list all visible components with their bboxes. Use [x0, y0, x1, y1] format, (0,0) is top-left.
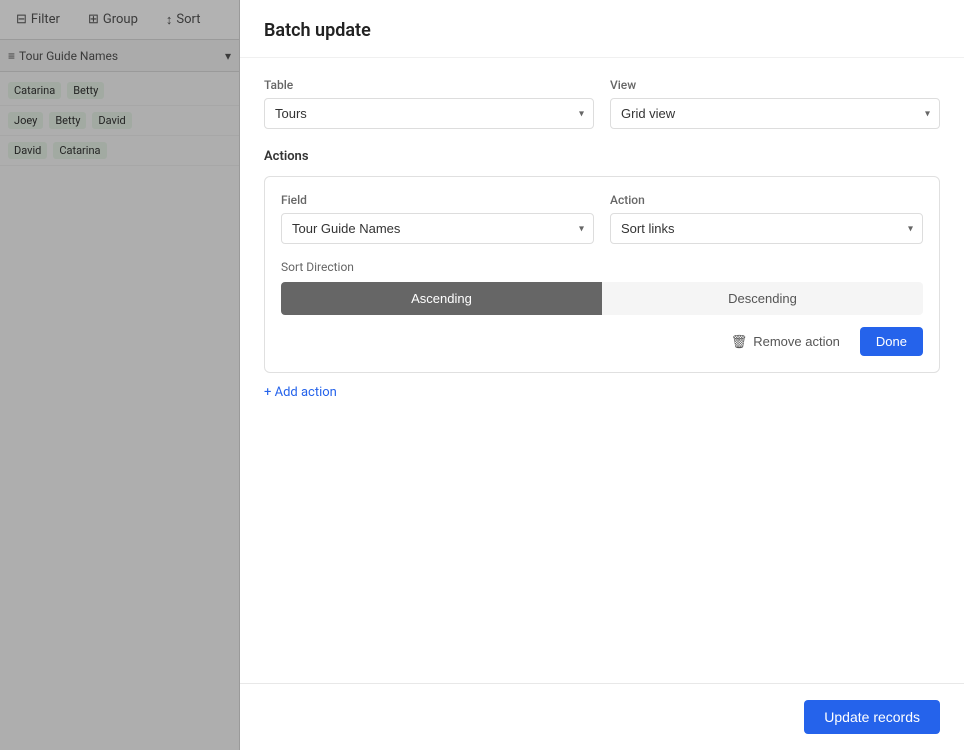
update-records-button[interactable]: Update records [804, 700, 940, 734]
descending-button[interactable]: Descending [602, 282, 923, 315]
action-field-label: Field [281, 193, 594, 207]
modal-body: Table Tours ▾ View Grid view ▾ [240, 58, 964, 683]
view-label: View [610, 78, 940, 92]
action-type-group: Action Sort links ▾ [610, 193, 923, 244]
trash-icon: 🗑 [731, 334, 748, 350]
sort-direction-section: Sort Direction Ascending Descending [281, 260, 923, 315]
action-field-select-wrapper: Tour Guide Names ▾ [281, 213, 594, 244]
actions-label: Actions [264, 149, 940, 164]
action-field-group: Field Tour Guide Names ▾ [281, 193, 594, 244]
action-type-label: Action [610, 193, 923, 207]
view-select-wrapper: Grid view ▾ [610, 98, 940, 129]
add-action-label: + Add action [264, 385, 337, 400]
modal-footer: Update records [240, 683, 964, 750]
remove-action-button[interactable]: 🗑 Remove action [721, 328, 850, 356]
actions-section: Actions Field Tour Guide Names ▾ [264, 149, 940, 400]
action-card-row: Field Tour Guide Names ▾ Action Sort [281, 193, 923, 244]
table-select[interactable]: Tours [264, 98, 594, 129]
add-action-link[interactable]: + Add action [264, 385, 337, 400]
action-card: Field Tour Guide Names ▾ Action Sort [264, 176, 940, 373]
table-view-row: Table Tours ▾ View Grid view ▾ [264, 78, 940, 129]
action-type-select[interactable]: Sort links [610, 213, 923, 244]
ascending-button[interactable]: Ascending [281, 282, 602, 315]
table-label: Table [264, 78, 594, 92]
batch-update-modal: Batch update Table Tours ▾ View Grid vie… [240, 0, 964, 750]
sort-direction-label: Sort Direction [281, 260, 923, 274]
view-select[interactable]: Grid view [610, 98, 940, 129]
action-field-select[interactable]: Tour Guide Names [281, 213, 594, 244]
modal-header: Batch update [240, 0, 964, 58]
action-type-select-wrapper: Sort links ▾ [610, 213, 923, 244]
table-select-wrapper: Tours ▾ [264, 98, 594, 129]
view-group: View Grid view ▾ [610, 78, 940, 129]
sort-direction-buttons: Ascending Descending [281, 282, 923, 315]
done-button[interactable]: Done [860, 327, 923, 356]
table-group: Table Tours ▾ [264, 78, 594, 129]
remove-action-label: Remove action [753, 334, 840, 349]
action-card-footer: 🗑 Remove action Done [281, 327, 923, 356]
modal-title: Batch update [264, 20, 940, 41]
